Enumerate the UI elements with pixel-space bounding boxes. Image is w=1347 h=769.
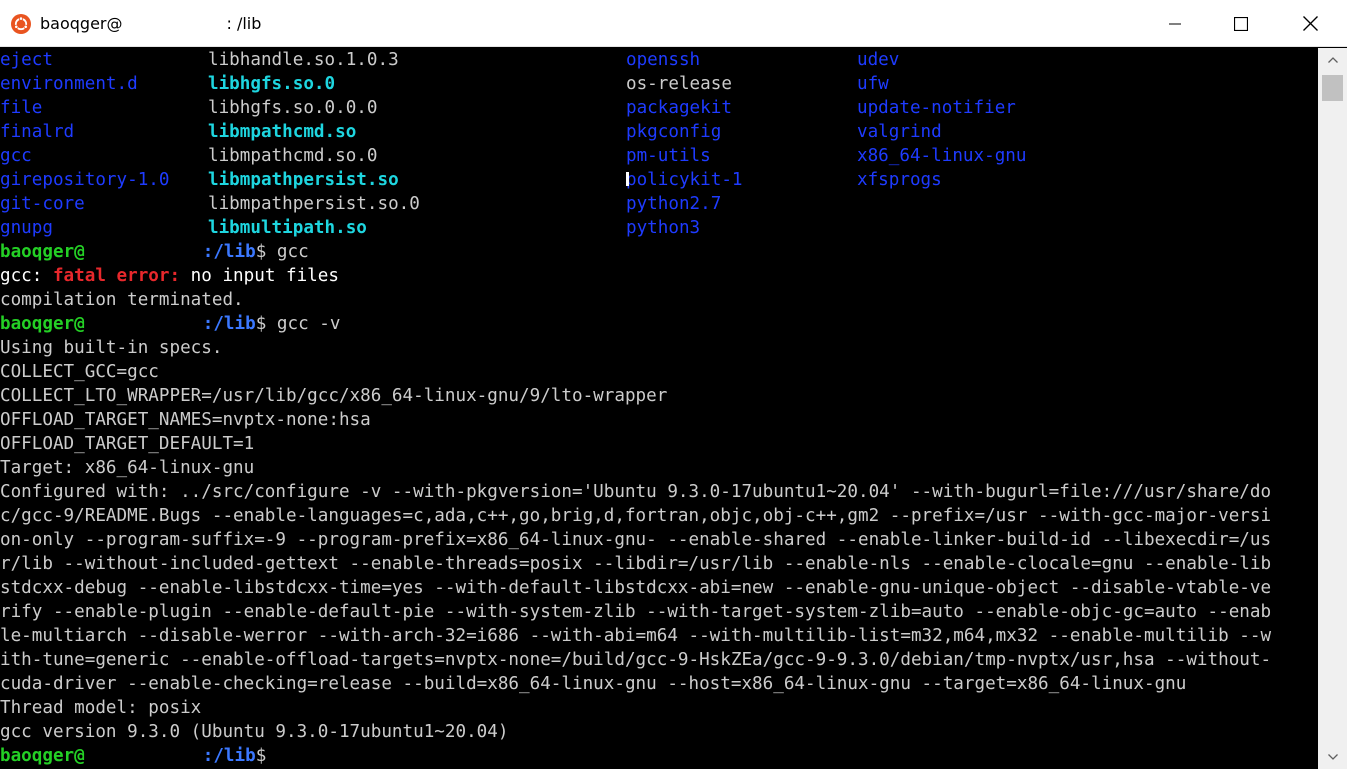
output-line: Using built-in specs. — [0, 338, 223, 358]
prompt-dollar: $ — [255, 746, 267, 766]
dir-entry: pkgconfig — [626, 122, 722, 142]
error-line: gcc: fatal error: no input files — [0, 264, 339, 288]
prompt-user: baoqger@ — [0, 746, 85, 766]
prompt-dollar: $ — [255, 314, 267, 334]
prompt-dollar: $ — [255, 242, 267, 262]
output-line: stdcxx-debug --enable-libstdcxx-time=yes… — [0, 578, 1272, 598]
dir-entry: environment.d — [0, 74, 138, 94]
listing-row: eject libhandle.so.1.0.3 openssh udev — [0, 48, 1318, 72]
maximize-icon — [1234, 16, 1248, 31]
listing-row: gcc libmpathcmd.so.0 pm-utils x86_64-lin… — [0, 144, 1318, 168]
prompt-line: baoqger@ :/lib$ — [0, 744, 266, 768]
prompt-path: :/lib — [202, 242, 256, 262]
text-cursor — [626, 172, 629, 186]
error-label: fatal error: — [52, 266, 181, 286]
symlink-entry: libmultipath.so — [208, 218, 367, 238]
output-line: OFFLOAD_TARGET_NAMES=nvptx-none:hsa — [0, 410, 371, 430]
dir-entry: x86_64-linux-gnu — [857, 146, 1027, 166]
dir-entry: udev — [857, 50, 900, 70]
ubuntu-icon[interactable] — [11, 14, 31, 34]
title-bar: baoqger@ : /lib — [0, 0, 1347, 47]
output-line: Thread model: posix — [0, 698, 202, 718]
dir-entry: git-core — [0, 194, 85, 214]
file-entry: libhandle.so.1.0.3 — [208, 50, 399, 70]
file-entry: libmpathcmd.so.0 — [208, 146, 378, 166]
scroll-down-button[interactable] — [1318, 745, 1347, 769]
maximize-button[interactable] — [1218, 0, 1264, 47]
listing-row: girepository-1.0 libmpathpersist.so poli… — [0, 168, 1318, 192]
dir-entry: finalrd — [0, 122, 75, 142]
listing-row: git-core libmpathpersist.so.0 python2.7 — [0, 192, 1318, 216]
listing-row: finalrd libmpathcmd.so pkgconfig valgrin… — [0, 120, 1318, 144]
output-line: gcc version 9.3.0 (Ubuntu 9.3.0-17ubuntu… — [0, 722, 509, 742]
dir-entry: girepository-1.0 — [0, 170, 170, 190]
prompt-user: baoqger@ — [0, 314, 85, 334]
dir-entry: gcc — [0, 146, 32, 166]
terminal-output[interactable]: eject libhandle.so.1.0.3 openssh udev en… — [0, 48, 1318, 769]
dir-entry-label: policykit-1 — [626, 170, 743, 190]
dir-entry: update-notifier — [857, 98, 1016, 118]
scroll-up-button[interactable] — [1318, 48, 1347, 72]
close-button[interactable] — [1287, 0, 1333, 47]
output-line: rify --enable-plugin --enable-default-pi… — [0, 602, 1272, 622]
dir-entry: packagekit — [626, 98, 732, 118]
error-message: no input files — [180, 266, 339, 286]
dir-entry: xfsprogs — [857, 170, 942, 190]
file-entry: libmpathpersist.so.0 — [208, 194, 420, 214]
title-user: baoqger@ — [40, 14, 123, 33]
symlink-entry: libmpathcmd.so — [208, 122, 357, 142]
close-icon — [1302, 16, 1318, 31]
prompt-user: baoqger@ — [0, 242, 85, 262]
dir-entry: eject — [0, 50, 53, 70]
command-text: gcc -v — [266, 314, 341, 334]
prompt-line: baoqger@ :/lib$ gcc — [0, 240, 309, 264]
chevron-up-icon — [1327, 57, 1338, 63]
output-line: OFFLOAD_TARGET_DEFAULT=1 — [0, 434, 255, 454]
symlink-entry: libmpathpersist.so — [208, 170, 399, 190]
file-entry: libhgfs.so.0.0.0 — [208, 98, 378, 118]
file-entry: os-release — [626, 74, 732, 94]
dir-entry: policykit-1 — [626, 168, 743, 192]
dir-entry: python2.7 — [626, 194, 722, 214]
dir-entry: openssh — [626, 50, 701, 70]
output-line: cuda-driver --enable-checking=release --… — [0, 674, 1187, 694]
scrollbar-thumb[interactable] — [1322, 75, 1343, 101]
prompt-line: baoqger@ :/lib$ gcc -v — [0, 312, 340, 336]
chevron-down-icon — [1327, 754, 1338, 760]
output-line: ith-tune=generic --enable-offload-target… — [0, 650, 1272, 670]
output-line: Target: x86_64-linux-gnu — [0, 458, 255, 478]
listing-row: file libhgfs.so.0.0.0 packagekit update-… — [0, 96, 1318, 120]
window-title: baoqger@ : /lib — [40, 14, 261, 33]
output-line: COLLECT_LTO_WRAPPER=/usr/lib/gcc/x86_64-… — [0, 386, 668, 406]
output-line: le-multiarch --disable-werror --with-arc… — [0, 626, 1272, 646]
command-text: gcc — [266, 242, 309, 262]
output-line: Configured with: ../src/configure -v --w… — [0, 482, 1272, 502]
dir-entry: pm-utils — [626, 146, 711, 166]
dir-entry: valgrind — [857, 122, 942, 142]
title-path: : /lib — [226, 14, 262, 33]
error-prefix: gcc: — [0, 266, 53, 286]
listing-row: environment.d libhgfs.so.0 os-release uf… — [0, 72, 1318, 96]
dir-entry: gnupg — [0, 218, 53, 238]
output-line: COLLECT_GCC=gcc — [0, 362, 159, 382]
listing-row: gnupg libmultipath.so python3 — [0, 216, 1318, 240]
output-line: c/gcc-9/README.Bugs --enable-languages=c… — [0, 506, 1272, 526]
vertical-scrollbar[interactable] — [1318, 48, 1347, 769]
prompt-path: :/lib — [202, 314, 256, 334]
dir-entry: ufw — [857, 74, 889, 94]
output-line: on-only --program-suffix=-9 --program-pr… — [0, 530, 1272, 550]
dir-entry: file — [0, 98, 43, 118]
prompt-path: :/lib — [202, 746, 256, 766]
output-line: r/lib --without-included-gettext --enabl… — [0, 554, 1272, 574]
minimize-button[interactable] — [1152, 0, 1198, 47]
output-line: compilation terminated. — [0, 290, 244, 310]
symlink-entry: libhgfs.so.0 — [208, 74, 336, 94]
dir-entry: python3 — [626, 218, 701, 238]
minimize-icon — [1169, 23, 1181, 24]
